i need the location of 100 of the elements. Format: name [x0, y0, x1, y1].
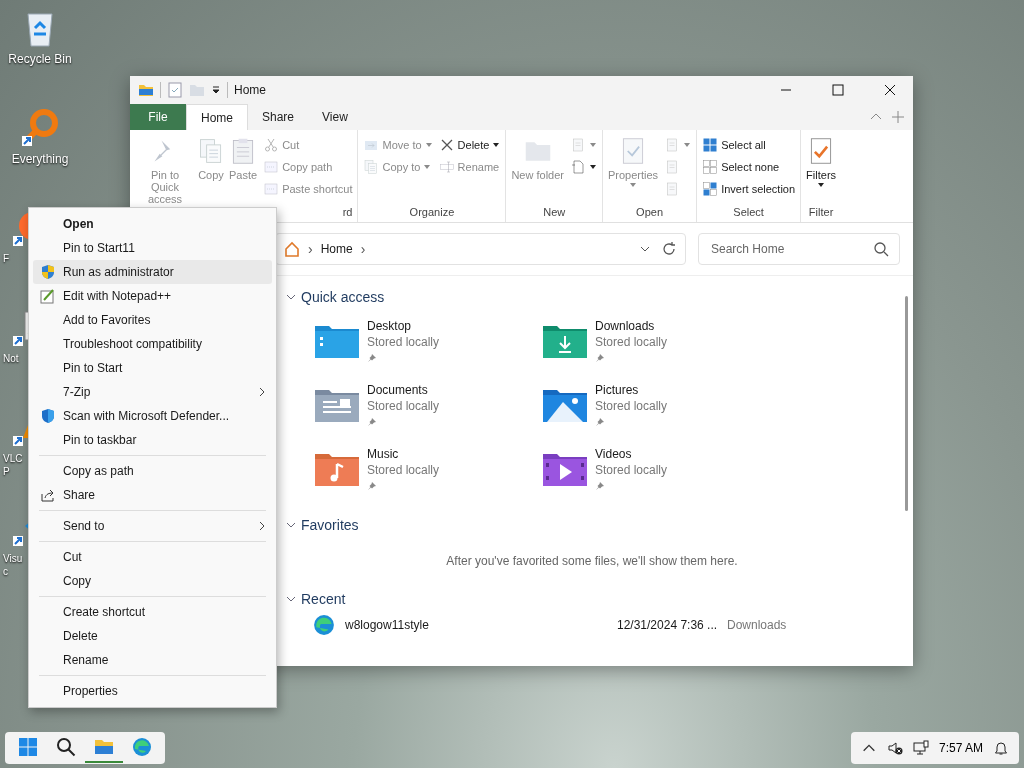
caret-icon [589, 163, 597, 171]
music-folder-icon[interactable] [315, 452, 359, 486]
ribbon-group-label: Filter [807, 206, 835, 220]
home-icon [284, 241, 300, 257]
section-heading[interactable]: Recent [301, 591, 346, 607]
documents-folder-icon[interactable] [315, 388, 359, 422]
ribbon-group-label: New [542, 206, 567, 220]
file-location: Downloads [727, 618, 787, 632]
caret-icon [424, 141, 433, 149]
menu-item[interactable]: Add to Favorites [33, 308, 272, 332]
menu-item[interactable]: Run as administrator [33, 260, 272, 284]
search-icon [56, 737, 76, 757]
videos-folder-icon[interactable] [543, 452, 587, 486]
window-title: Home [234, 83, 266, 97]
magnifier-app-icon[interactable] [20, 108, 60, 148]
start-icon [18, 737, 38, 757]
shield-icon [40, 264, 56, 280]
caret-icon [683, 141, 692, 149]
desktop-icon-label: Not [3, 352, 19, 365]
folder-name: Videos [595, 446, 633, 462]
speaker-muted-icon[interactable] [886, 740, 903, 756]
menu-item[interactable]: Rename [33, 648, 272, 672]
ribbon-command[interactable]: Select none [700, 156, 798, 178]
menu-item[interactable]: Pin to taskbar [33, 428, 272, 452]
menu-item[interactable]: Copy [33, 569, 272, 593]
folder-name: Desktop [367, 318, 413, 334]
menu-item[interactable]: Open [33, 212, 272, 236]
caret-icon [589, 141, 597, 149]
menu-item[interactable]: Send to [33, 514, 272, 538]
folder-name: Pictures [595, 382, 640, 398]
folder-icon [94, 737, 114, 757]
ribbon-group-label: Open [635, 206, 664, 220]
desktop-icon-label: Recycle Bin [8, 52, 72, 67]
ribbon-group-label: rd [341, 206, 354, 220]
ribbon-tab[interactable]: View [308, 104, 362, 130]
select-all-icon [702, 137, 719, 153]
file-menu-button[interactable]: File [130, 104, 186, 130]
invert-selection-icon [702, 181, 719, 197]
desktop-icon-label: Everything [11, 152, 69, 167]
pictures-folder-icon[interactable] [543, 388, 587, 422]
menu-item[interactable]: Copy as path [33, 459, 272, 483]
empty-favorites-message: After you've favorited some files, we'll show them here. [445, 554, 739, 568]
menu-item[interactable]: Properties [33, 679, 272, 703]
refresh-icon[interactable] [661, 241, 677, 257]
ribbon-command[interactable]: Invert selection [700, 178, 798, 200]
caret-icon [629, 181, 638, 189]
ribbon-command[interactable]: Delete [436, 134, 503, 156]
menu-item[interactable]: Troubleshoot compatibility [33, 332, 272, 356]
network-icon[interactable] [912, 740, 929, 756]
ribbon-command[interactable]: Select all [700, 134, 798, 156]
ribbon-group-label: Organize [408, 206, 456, 220]
menu-item[interactable]: Pin to Start11 [33, 236, 272, 260]
document-icon [570, 159, 586, 175]
copy-icon [363, 159, 380, 175]
caret-icon[interactable] [211, 85, 221, 95]
file-name[interactable]: w8logow11style [345, 618, 617, 632]
menu-item[interactable]: 7-Zip [33, 380, 272, 404]
desktop-icon-label: VLC [3, 452, 23, 465]
search-field[interactable]: Search Home [698, 233, 900, 265]
browser-file-icon [313, 614, 335, 636]
menu-item[interactable]: Scan with Microsoft Defender... [33, 404, 272, 428]
checkbox-icon[interactable] [167, 82, 183, 98]
section-heading[interactable]: Favorites [301, 517, 359, 533]
folder-icon [138, 82, 154, 98]
caret-icon [817, 181, 826, 189]
desktop-folder-icon[interactable] [315, 324, 359, 358]
menu-item[interactable]: Delete [33, 624, 272, 648]
section-heading[interactable]: Quick access [301, 289, 385, 305]
shortcut-icon [263, 181, 280, 197]
scissors-icon [263, 137, 280, 153]
desktop-icon-label: Visu [3, 552, 23, 565]
breadcrumb-separator[interactable]: › [308, 241, 313, 257]
menu-item[interactable]: Share [33, 483, 272, 507]
folder-status: Stored locally [367, 462, 440, 478]
bell-icon[interactable] [993, 740, 1009, 756]
clock-time[interactable]: 7:57 AM [938, 741, 983, 755]
menu-item[interactable]: Cut [33, 545, 272, 569]
menu-item[interactable]: Create shortcut [33, 600, 272, 624]
desktop-icon-label: c [3, 565, 8, 578]
breadcrumb-item[interactable]: Home [320, 242, 353, 256]
search-icon [873, 241, 889, 257]
folder-name: Music [367, 446, 400, 462]
breadcrumb-separator[interactable]: › [360, 241, 366, 257]
folder-name: Documents [367, 382, 429, 398]
folder-status: Stored locally [367, 398, 440, 414]
menu-item[interactable]: Pin to Start [33, 356, 272, 380]
caret-icon [423, 163, 432, 171]
file-date: 12/31/2024 7:36 ... [617, 618, 719, 632]
share-icon [40, 487, 56, 503]
ribbon-tab[interactable]: Share [248, 104, 309, 130]
ribbon-group-label: Select [732, 206, 765, 220]
folder-name: Downloads [595, 318, 656, 334]
ribbon-tab[interactable]: Home [186, 104, 248, 130]
folder-status: Stored locally [367, 334, 440, 350]
folder-status: Stored locally [595, 334, 668, 350]
downloads-folder-icon[interactable] [543, 324, 587, 358]
document-icon [570, 137, 586, 153]
menu-item[interactable]: Edit with Notepad++ [33, 284, 272, 308]
ribbon-command[interactable]: Filters [804, 132, 839, 206]
scrollbar-thumb[interactable] [904, 296, 908, 511]
